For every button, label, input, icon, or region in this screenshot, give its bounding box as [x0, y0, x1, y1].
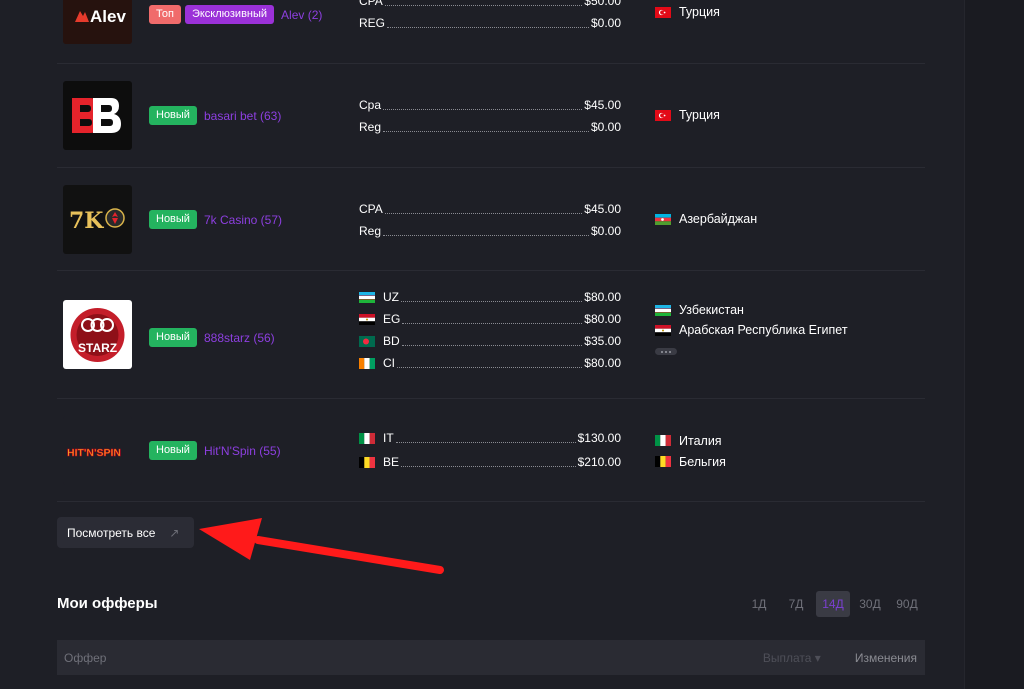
new-badge: Новый [149, 328, 197, 347]
offer-logo-hitnspin: HIT'N'SPIN [63, 416, 132, 485]
payout-label: CI [383, 356, 395, 370]
uzbekistan-flag-icon [655, 304, 671, 316]
payout-line: IT $130.00 [359, 426, 621, 450]
offer-row[interactable]: Новый basari bet (63) Cpa $45.00 Reg $0.00… [57, 64, 925, 168]
italy-flag-icon [655, 435, 671, 446]
payout-line: CI $80.00 [359, 352, 621, 374]
column-payout-sort[interactable]: Выплата ▾ [763, 651, 821, 665]
offer-logo-basari [63, 81, 132, 150]
payout-line: BE $210.00 [359, 450, 621, 474]
offer-name-link[interactable]: basari bet (63) [204, 109, 281, 123]
egypt-flag-icon [359, 313, 375, 325]
payout-amount: $50.00 [584, 0, 621, 8]
belgium-flag-icon [655, 456, 671, 467]
payout-label: CPA [359, 0, 383, 8]
my-offers-title: Мои офферы [57, 595, 158, 612]
payout-line: Cpa $45.00 [359, 94, 621, 116]
alev-logo-text: Alev [90, 7, 126, 26]
uzbekistan-flag-icon [359, 291, 375, 303]
payout-amount: $80.00 [584, 356, 621, 370]
offer-row[interactable]: 7K Новый 7k Casino (57) CPA $45.00 Reg $0.… [57, 168, 925, 271]
azerbaijan-flag-icon [655, 213, 671, 225]
column-offer: Оффер [64, 650, 107, 665]
payout-label: Cpa [359, 98, 382, 112]
view-all-button[interactable]: Посмотреть все ↗ [57, 517, 194, 548]
offer-name-link[interactable]: Alev (2) [281, 8, 322, 22]
geo-name: Турция [679, 108, 720, 122]
payout-label: EG [383, 312, 401, 326]
new-badge: Новый [149, 210, 197, 229]
geo-name: Турция [679, 5, 720, 19]
svg-text:STARZ: STARZ [78, 341, 117, 355]
ivory-coast-flag-icon [359, 357, 375, 369]
geo-name: Узбекистан [679, 303, 744, 317]
offer-logo-888starz: STARZ [63, 300, 132, 369]
offers-table-header: Оффер Выплата ▾ Изменения [57, 640, 925, 675]
more-geos-button[interactable] [655, 348, 677, 355]
geo-name: Арабская Республика Египет [679, 323, 848, 337]
payout-line: Reg $0.00 [359, 220, 621, 242]
italy-flag-icon [359, 432, 375, 444]
payout-amount: $80.00 [584, 290, 621, 304]
turkey-flag-icon [655, 109, 671, 121]
payout-label: Reg [359, 120, 382, 134]
period-14d[interactable]: 14Д [816, 591, 850, 617]
external-arrow-icon: ↗ [169, 525, 180, 540]
hitnspin-logo-text: HIT'N'SPIN [67, 447, 121, 459]
egypt-flag-icon [655, 324, 671, 336]
new-badge: Новый [149, 441, 197, 460]
offer-name-link[interactable]: 888starz (56) [204, 331, 275, 345]
offer-name-link[interactable]: 7k Casino (57) [204, 213, 282, 227]
payout-amount: $210.00 [577, 455, 621, 469]
period-1d[interactable]: 1Д [742, 591, 776, 617]
payout-label: BE [383, 455, 400, 469]
payout-label: REG [359, 16, 386, 30]
period-7d[interactable]: 7Д [779, 591, 813, 617]
payout-line: UZ $80.00 [359, 286, 621, 308]
period-30d[interactable]: 30Д [853, 591, 887, 617]
payout-label: BD [383, 334, 400, 348]
payout-amount: $45.00 [584, 202, 621, 216]
geo-name: Азербайджан [679, 212, 758, 226]
payout-amount: $45.00 [584, 98, 621, 112]
top-badge: Топ [149, 5, 181, 24]
payout-line: REG $0.00 [359, 12, 621, 34]
offer-name-link[interactable]: Hit'N'Spin (55) [204, 444, 281, 458]
view-all-label: Посмотреть все [67, 525, 156, 540]
payout-amount: $130.00 [577, 431, 621, 445]
new-badge: Новый [149, 106, 197, 125]
turkey-flag-icon [655, 6, 671, 18]
payout-label: UZ [383, 290, 399, 304]
exclusive-badge: Эксклюзивный [184, 5, 275, 24]
payout-amount: $0.00 [590, 224, 621, 238]
period-90d[interactable]: 90Д [890, 591, 924, 617]
payout-line: Reg $0.00 [359, 116, 621, 138]
payout-amount: $80.00 [584, 312, 621, 326]
belgium-flag-icon [359, 456, 375, 468]
column-changes: Изменения [854, 650, 917, 665]
payout-line: BD $35.00 [359, 330, 621, 352]
payout-line: EG $80.00 [359, 308, 621, 330]
payout-amount: $0.00 [590, 120, 621, 134]
payout-amount: $0.00 [590, 16, 621, 30]
offer-row[interactable]: Alev Топ Эксклюзивный Alev (2) CPA $50.00… [57, 0, 925, 64]
payout-label: Reg [359, 224, 382, 238]
offer-logo-alev: Alev [63, 0, 132, 44]
bangladesh-flag-icon [359, 335, 375, 347]
geo-name: Италия [679, 433, 722, 448]
offer-logo-7k: 7K [63, 185, 132, 254]
geo-name: Бельгия [679, 454, 726, 469]
period-selector: 1Д 7Д 14Д 30Д 90Д [739, 591, 924, 617]
payout-label: CPA [359, 202, 383, 216]
payout-amount: $35.00 [584, 334, 621, 348]
offer-row[interactable]: HIT'N'SPIN Новый Hit'N'Spin (55) IT $130.… [57, 399, 925, 502]
offer-row[interactable]: STARZ Новый 888starz (56) UZ $80.00 EG $80… [57, 271, 925, 399]
payout-line: CPA $50.00 [359, 0, 621, 12]
payout-line: CPA $45.00 [359, 198, 621, 220]
payout-label: IT [383, 431, 394, 445]
7k-logo-text: 7K [69, 208, 104, 234]
right-rail [964, 0, 1024, 689]
